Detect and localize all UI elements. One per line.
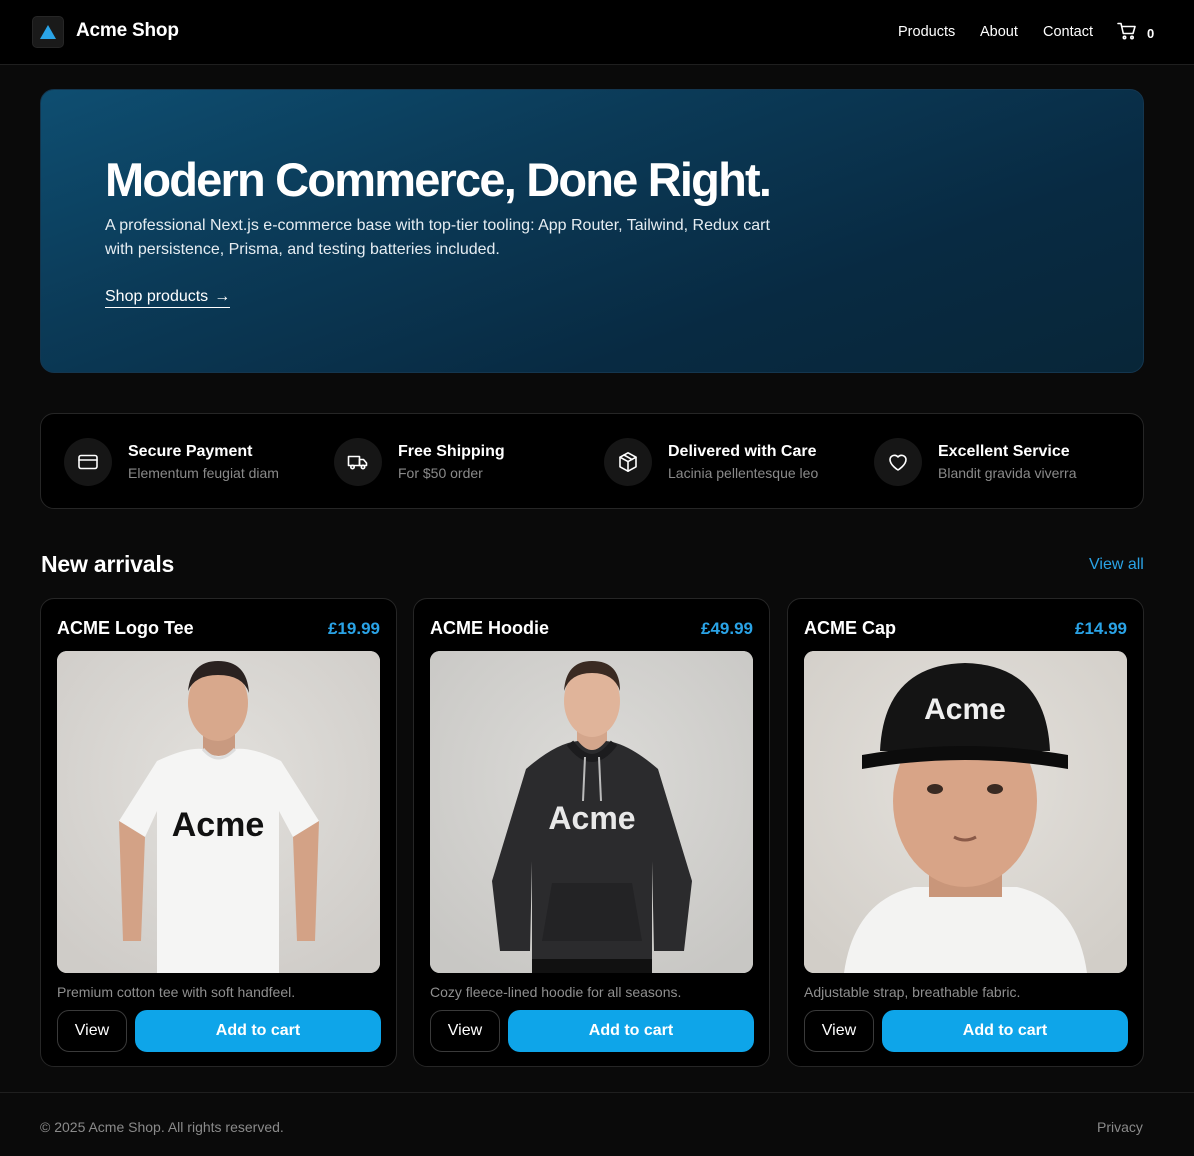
product-description: Premium cotton tee with soft handfeel. [57, 984, 296, 1000]
feature-subtitle: Blandit gravida viverra [938, 465, 1077, 481]
product-image[interactable]: Acme [430, 651, 753, 973]
nav-products[interactable]: Products [898, 24, 955, 40]
hero-title: Modern Commerce, Done Right. [105, 153, 772, 206]
view-button[interactable]: View [430, 1010, 500, 1052]
privacy-link[interactable]: Privacy [1097, 1119, 1143, 1135]
product-card-logo-tee: ACME Logo Tee £19.99 Acme Premium cotton… [40, 598, 397, 1067]
heart-icon [874, 438, 922, 486]
site-header: Acme Shop Products About Contact 0 [0, 0, 1194, 65]
brand-name[interactable]: Acme Shop [76, 20, 179, 42]
product-price: £19.99 [328, 619, 380, 638]
feature-secure-payment: Secure Payment Elementum feugiat diam [64, 438, 279, 486]
feature-free-shipping: Free Shipping For $50 order [334, 438, 505, 486]
add-to-cart-button[interactable]: Add to cart [508, 1010, 754, 1052]
package-icon [604, 438, 652, 486]
product-name: ACME Logo Tee [57, 618, 194, 638]
features-strip: Secure Payment Elementum feugiat diam Fr… [40, 413, 1144, 509]
feature-subtitle: For $50 order [398, 465, 483, 481]
footer-divider [0, 1092, 1194, 1093]
view-button[interactable]: View [57, 1010, 127, 1052]
add-to-cart-button[interactable]: Add to cart [135, 1010, 381, 1052]
view-button[interactable]: View [804, 1010, 874, 1052]
feature-excellent-service: Excellent Service Blandit gravida viverr… [874, 438, 1077, 486]
nav-about[interactable]: About [980, 24, 1018, 40]
feature-title: Free Shipping [398, 443, 505, 460]
nav-contact[interactable]: Contact [1043, 24, 1093, 40]
cart-count: 0 [1147, 26, 1155, 41]
feature-subtitle: Lacinia pellentesque leo [668, 465, 819, 481]
cart-icon [1117, 22, 1137, 45]
arrow-right-icon: → [214, 288, 231, 305]
product-description: Cozy fleece-lined hoodie for all seasons… [430, 984, 682, 1000]
new-arrivals-heading: New arrivals [41, 551, 175, 577]
logo-icon[interactable] [32, 16, 64, 48]
hero-description: A professional Next.js e-commerce base w… [105, 217, 770, 258]
view-all-link[interactable]: View all [1089, 556, 1144, 574]
product-print-text: Acme [548, 800, 635, 836]
shop-products-label: Shop products [105, 288, 209, 305]
product-price: £49.99 [701, 619, 753, 638]
credit-card-icon [64, 438, 112, 486]
product-image[interactable]: Acme [804, 651, 1127, 973]
product-card-cap: ACME Cap £14.99 Acme Adjustable strap, b… [787, 598, 1144, 1067]
product-price: £14.99 [1075, 619, 1127, 638]
feature-title: Excellent Service [938, 443, 1070, 460]
product-print-text: Acme [924, 693, 1006, 726]
add-to-cart-button[interactable]: Add to cart [882, 1010, 1128, 1052]
product-name: ACME Hoodie [430, 618, 549, 638]
product-description: Adjustable strap, breathable fabric. [804, 984, 1021, 1000]
feature-subtitle: Elementum feugiat diam [128, 465, 279, 481]
cart-button[interactable]: 0 [1117, 22, 1154, 45]
product-name: ACME Cap [804, 618, 897, 638]
feature-title: Secure Payment [128, 443, 253, 460]
product-card-hoodie: ACME Hoodie £49.99 Acme Cozy fleece-line… [413, 598, 770, 1067]
feature-delivered-with-care: Delivered with Care Lacinia pellentesque… [604, 438, 818, 486]
shop-products-link[interactable]: Shop products → [105, 288, 231, 308]
product-print-text: Acme [172, 806, 265, 844]
feature-title: Delivered with Care [668, 443, 817, 460]
hero-banner: Modern Commerce, Done Right. A professio… [40, 89, 1144, 373]
product-image[interactable]: Acme [57, 651, 380, 973]
copyright-text: © 2025 Acme Shop. All rights reserved. [40, 1119, 284, 1135]
truck-icon [334, 438, 382, 486]
